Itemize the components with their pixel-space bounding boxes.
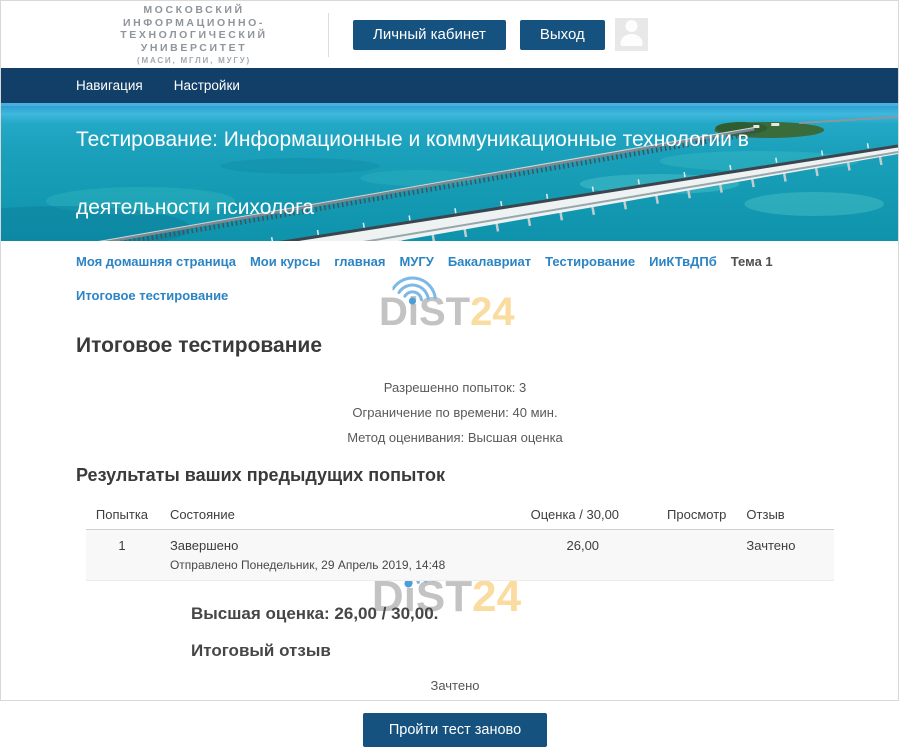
user-avatar[interactable] — [615, 18, 648, 51]
breadcrumb-topic: Тема 1 — [731, 254, 773, 269]
col-header-state: Состояние — [158, 501, 507, 530]
col-header-feedback: Отзыв — [734, 501, 834, 530]
state-detail: Отправлено Понедельник, 29 Апрель 2019, … — [170, 558, 499, 572]
final-feedback-value: Зачтено — [76, 678, 834, 693]
quiz-info: Разрешенно попыток: 3 Ограничение по вре… — [76, 375, 834, 450]
main-navbar: Навигация Настройки — [1, 68, 898, 106]
university-logo: МОСКОВСКИЙ ИНФОРМАЦИОННО-ТЕХНОЛОГИЧЕСКИЙ… — [76, 4, 312, 65]
header-divider — [328, 13, 329, 57]
results-heading: Результаты ваших предыдущих попыток — [76, 465, 834, 486]
time-limit: Ограничение по времени: 40 мин. — [76, 400, 834, 425]
breadcrumb-mugu[interactable]: МУГУ — [399, 254, 433, 269]
col-header-review: Просмотр — [627, 501, 734, 530]
breadcrumb-testing[interactable]: Тестирование — [545, 254, 635, 269]
cell-review — [627, 530, 734, 581]
retake-button-wrap: Пройти тест заново — [76, 713, 834, 747]
col-header-attempt: Попытка — [86, 501, 158, 530]
nav-item-settings[interactable]: Настройки — [174, 78, 240, 93]
page-title: Итоговое тестирование — [76, 334, 834, 358]
breadcrumb-my-courses[interactable]: Мои курсы — [250, 254, 320, 269]
nav-item-navigation[interactable]: Навигация — [76, 78, 143, 93]
cell-state: Завершено Отправлено Понедельник, 29 Апр… — [158, 530, 507, 581]
breadcrumb-main[interactable]: главная — [334, 254, 385, 269]
retake-test-button[interactable]: Пройти тест заново — [363, 713, 547, 747]
header-actions: Личный кабинет Выход — [353, 18, 648, 51]
final-feedback-heading: Итоговый отзыв — [191, 641, 834, 661]
logo-line-1: МОСКОВСКИЙ — [76, 4, 312, 17]
person-icon — [615, 18, 648, 51]
attempts-allowed: Разрешенно попыток: 3 — [76, 375, 834, 400]
page-content: DiST24 DiST24 Моя домашняя страница Мои … — [1, 254, 898, 747]
col-header-grade: Оценка / 30,00 — [507, 501, 627, 530]
table-row: 1 Завершено Отправлено Понедельник, 29 А… — [86, 530, 834, 581]
top-header: МОСКОВСКИЙ ИНФОРМАЦИОННО-ТЕХНОЛОГИЧЕСКИЙ… — [1, 1, 898, 68]
best-grade: Высшая оценка: 26,00 / 30,00. — [191, 604, 834, 624]
state-label: Завершено — [170, 538, 499, 553]
table-header-row: Попытка Состояние Оценка / 30,00 Просмот… — [86, 501, 834, 530]
logout-button[interactable]: Выход — [520, 20, 605, 50]
breadcrumb-course-code[interactable]: ИиКТвДПб — [649, 254, 717, 269]
breadcrumb-bachelor[interactable]: Бакалавриат — [448, 254, 531, 269]
course-title: Тестирование: Информационные и коммуника… — [76, 106, 766, 241]
logo-line-3: УНИВЕРСИТЕТ — [76, 42, 312, 55]
grading-method: Метод оценивания: Высшая оценка — [76, 425, 834, 450]
personal-cabinet-button[interactable]: Личный кабинет — [353, 20, 506, 50]
logo-line-2: ИНФОРМАЦИОННО-ТЕХНОЛОГИЧЕСКИЙ — [76, 17, 312, 42]
breadcrumb-home[interactable]: Моя домашняя страница — [76, 254, 236, 269]
cell-attempt-number: 1 — [86, 530, 158, 581]
cell-feedback: Зачтено — [734, 530, 834, 581]
hero-banner: Тестирование: Информационные и коммуника… — [1, 106, 898, 241]
breadcrumb: Моя домашняя страница Мои курсы главная … — [76, 254, 834, 269]
breadcrumb: Итоговое тестирование — [76, 288, 834, 303]
attempts-table: Попытка Состояние Оценка / 30,00 Просмот… — [86, 501, 834, 581]
logo-line-4: (МАСИ, МГЛИ, МУГУ) — [76, 56, 312, 65]
breadcrumb-final-test[interactable]: Итоговое тестирование — [76, 288, 228, 303]
cell-grade: 26,00 — [507, 530, 627, 581]
